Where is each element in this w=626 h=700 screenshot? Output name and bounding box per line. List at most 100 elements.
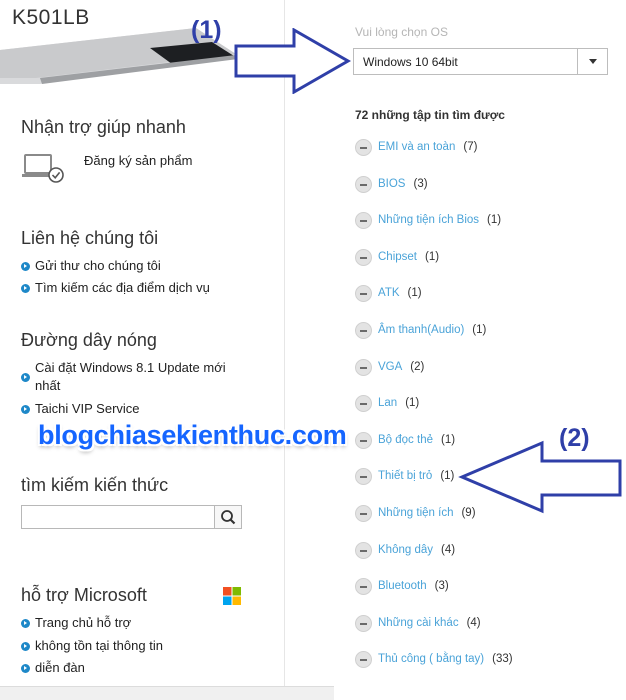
contact-link-email[interactable]: Gửi thư cho chúng tôi (21, 257, 261, 275)
minus-circle-icon[interactable] (355, 505, 372, 522)
category-count: (1) (440, 470, 455, 482)
bullet-arrow-icon (21, 373, 30, 382)
category-text: Chipset (1) (378, 251, 439, 263)
category-count: (33) (492, 653, 513, 665)
watermark: blogchiasekienthuc.com (38, 420, 347, 450)
minus-circle-icon[interactable] (355, 432, 372, 449)
knowledge-search-title: tìm kiếm kiến thức (21, 475, 169, 495)
category-name[interactable]: Những tiện ích Bios (378, 214, 479, 226)
files-count: 72 những tập tin tìm được (355, 108, 505, 122)
category-count: (4) (441, 544, 456, 556)
annotation-label-1: (1) (191, 16, 222, 44)
annotation-arrow-right-icon (234, 28, 352, 94)
category-name[interactable]: Bộ đọc thẻ (378, 434, 433, 446)
column-divider (284, 0, 285, 690)
chevron-down-icon[interactable] (577, 49, 607, 74)
microsoft-link-forum[interactable]: diễn đàn (21, 659, 261, 677)
microsoft-link-support-home-label: Trang chủ hỗ trợ (35, 615, 132, 630)
category-name[interactable]: Những tiện ích (378, 507, 453, 519)
category-name[interactable]: EMI và an toàn (378, 141, 455, 153)
category-name[interactable]: Những cài khác (378, 617, 459, 629)
category-text: EMI và an toàn (7) (378, 141, 477, 153)
os-selected-value: Windows 10 64bit (363, 55, 458, 69)
category-name[interactable]: Bluetooth (378, 580, 427, 592)
minus-circle-icon[interactable] (355, 139, 372, 156)
minus-circle-icon[interactable] (355, 322, 372, 339)
hotline-link-windows-update-label: Cài đặt Windows 8.1 Update mới nhất (35, 360, 226, 393)
contact-title: Liên hệ chúng tôi (21, 228, 159, 248)
microsoft-link-forum-label: diễn đàn (35, 660, 85, 675)
category-count: (3) (434, 580, 449, 592)
hotline-link-taichi-vip[interactable]: Taichi VIP Service (21, 400, 261, 418)
search-icon (221, 510, 236, 525)
category-name[interactable]: BIOS (378, 178, 405, 190)
minus-circle-icon[interactable] (355, 359, 372, 376)
category-count: (4) (466, 617, 481, 629)
minus-circle-icon[interactable] (355, 285, 372, 302)
product-model-title: K501LB (12, 6, 90, 29)
category-name[interactable]: Thiết bị trỏ (378, 470, 432, 482)
hotline-link-windows-update[interactable]: Cài đặt Windows 8.1 Update mới nhất (21, 359, 246, 395)
bullet-arrow-icon (21, 642, 30, 651)
category-name[interactable]: VGA (378, 361, 402, 373)
category-text: ATK (1) (378, 287, 422, 299)
minus-circle-icon[interactable] (355, 578, 372, 595)
category-text: Những tiện ích Bios (1) (378, 214, 501, 226)
minus-circle-icon[interactable] (355, 615, 372, 632)
category-text: Lan (1) (378, 397, 419, 409)
annotation-arrow-left-icon (458, 440, 622, 514)
hotline-link-taichi-vip-label: Taichi VIP Service (35, 401, 140, 416)
minus-circle-icon[interactable] (355, 651, 372, 668)
category-count: (3) (413, 178, 428, 190)
category-text: BIOS (3) (378, 178, 428, 190)
category-text: Thủ công ( bằng tay) (33) (378, 653, 513, 665)
category-count: (1) (487, 214, 502, 226)
category-name[interactable]: Thủ công ( bằng tay) (378, 653, 484, 665)
bullet-arrow-icon (21, 664, 30, 673)
minus-circle-icon[interactable] (355, 212, 372, 229)
windows-logo-icon (223, 587, 241, 605)
microsoft-link-no-info[interactable]: không tồn tại thông tin (21, 637, 261, 655)
category-name[interactable]: ATK (378, 287, 400, 299)
os-select-dropdown[interactable]: Windows 10 64bit (353, 48, 608, 75)
laptop-check-icon (22, 154, 64, 183)
microsoft-link-no-info-label: không tồn tại thông tin (35, 638, 163, 653)
search-button[interactable] (214, 506, 241, 528)
category-name[interactable]: Chipset (378, 251, 417, 263)
minus-circle-icon[interactable] (355, 468, 372, 485)
category-count: (2) (410, 361, 425, 373)
minus-circle-icon[interactable] (355, 176, 372, 193)
category-text: Bộ đọc thẻ (1) (378, 434, 455, 446)
microsoft-link-support-home[interactable]: Trang chủ hỗ trợ (21, 614, 261, 632)
quick-help-title: Nhận trợ giúp nhanh (21, 117, 186, 137)
category-text: Những cài khác (4) (378, 617, 481, 629)
category-count: (1) (425, 251, 440, 263)
register-product-link[interactable]: Đăng ký sản phẩm (22, 150, 242, 186)
bullet-arrow-icon (21, 284, 30, 293)
register-product-label: Đăng ký sản phẩm (84, 153, 193, 168)
bullet-arrow-icon (21, 405, 30, 414)
category-text: Âm thanh(Audio) (1) (378, 324, 486, 336)
category-count: (1) (407, 287, 422, 299)
bullet-arrow-icon (21, 262, 30, 271)
minus-circle-icon[interactable] (355, 249, 372, 266)
microsoft-support-title: hỗ trợ Microsoft (21, 585, 147, 605)
horizontal-scrollbar[interactable] (0, 686, 334, 700)
knowledge-search-input[interactable] (21, 505, 242, 529)
category-name[interactable]: Không dây (378, 544, 433, 556)
category-text: VGA (2) (378, 361, 424, 373)
category-count: (1) (440, 434, 456, 446)
minus-circle-icon[interactable] (355, 395, 372, 412)
hotline-title: Đường dây nóng (21, 330, 157, 350)
category-count: (1) (405, 397, 420, 409)
category-name[interactable]: Lan (378, 397, 397, 409)
category-count: (7) (463, 141, 478, 153)
category-name[interactable]: Âm thanh(Audio) (378, 324, 464, 336)
category-count: (1) (472, 324, 487, 336)
category-text: Không dây (4) (378, 544, 455, 556)
os-select-label: Vui lòng chọn OS (355, 25, 448, 39)
minus-circle-icon[interactable] (355, 542, 372, 559)
contact-link-email-label: Gửi thư cho chúng tôi (35, 258, 161, 273)
contact-link-service-locations[interactable]: Tìm kiếm các địa điểm dịch vụ (21, 279, 261, 297)
category-text: Bluetooth (3) (378, 580, 449, 592)
